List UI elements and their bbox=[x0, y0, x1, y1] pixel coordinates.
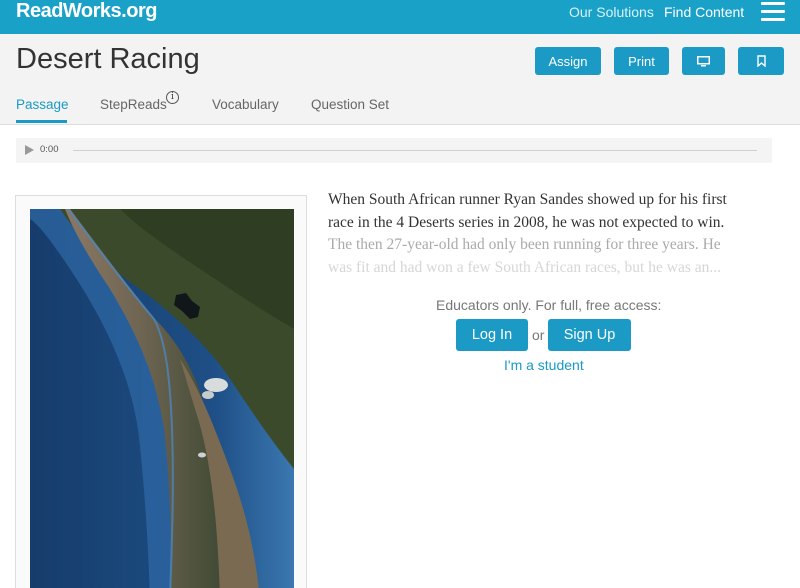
print-button[interactable]: Print bbox=[614, 47, 669, 75]
or-separator: or bbox=[532, 327, 545, 343]
tab-vocabulary[interactable]: Vocabulary bbox=[212, 97, 279, 112]
nav-our-solutions[interactable]: Our Solutions bbox=[569, 4, 654, 20]
passage-line: race in the 4 Deserts series in 2008, he… bbox=[328, 213, 725, 231]
page-title: Desert Racing bbox=[16, 43, 200, 75]
audio-progress-track[interactable] bbox=[73, 150, 757, 151]
satellite-map-image bbox=[30, 209, 294, 588]
passage-line: The then 27-year-old had only been runni… bbox=[328, 236, 721, 253]
audio-time: 0:00 bbox=[40, 144, 59, 155]
info-icon[interactable]: i bbox=[166, 91, 179, 104]
active-tab-indicator bbox=[16, 120, 67, 123]
nav-find-content[interactable]: Find Content bbox=[664, 4, 744, 20]
passage-line: was fit and had won a few South African … bbox=[328, 258, 721, 276]
log-in-button[interactable]: Log In bbox=[456, 319, 528, 351]
monitor-icon bbox=[697, 55, 710, 66]
bookmark-icon bbox=[756, 55, 766, 67]
tab-question-set[interactable]: Question Set bbox=[311, 97, 389, 112]
tab-stepreads[interactable]: StepReads bbox=[100, 97, 167, 112]
audio-player: 0:00 bbox=[16, 138, 772, 163]
passage-image-frame bbox=[15, 195, 307, 588]
educators-access-note: Educators only. For full, free access: bbox=[436, 297, 662, 313]
assign-button[interactable]: Assign bbox=[535, 47, 601, 75]
tab-passage[interactable]: Passage bbox=[16, 97, 69, 112]
play-icon[interactable] bbox=[25, 145, 34, 155]
passage-header: Desert Racing Assign Print Passage StepR… bbox=[0, 34, 800, 125]
student-link[interactable]: I'm a student bbox=[504, 357, 584, 373]
bookmark-button[interactable] bbox=[738, 47, 784, 75]
hamburger-icon[interactable] bbox=[761, 2, 785, 22]
site-logo[interactable]: ReadWorks.org bbox=[16, 0, 157, 23]
top-nav-bar: ReadWorks.org Our Solutions Find Content bbox=[0, 0, 800, 34]
passage-text: When South African runner Ryan Sandes sh… bbox=[328, 189, 758, 279]
passage-line: When South African runner Ryan Sandes sh… bbox=[328, 191, 727, 208]
present-button[interactable] bbox=[682, 47, 725, 75]
sign-up-button[interactable]: Sign Up bbox=[548, 319, 631, 351]
